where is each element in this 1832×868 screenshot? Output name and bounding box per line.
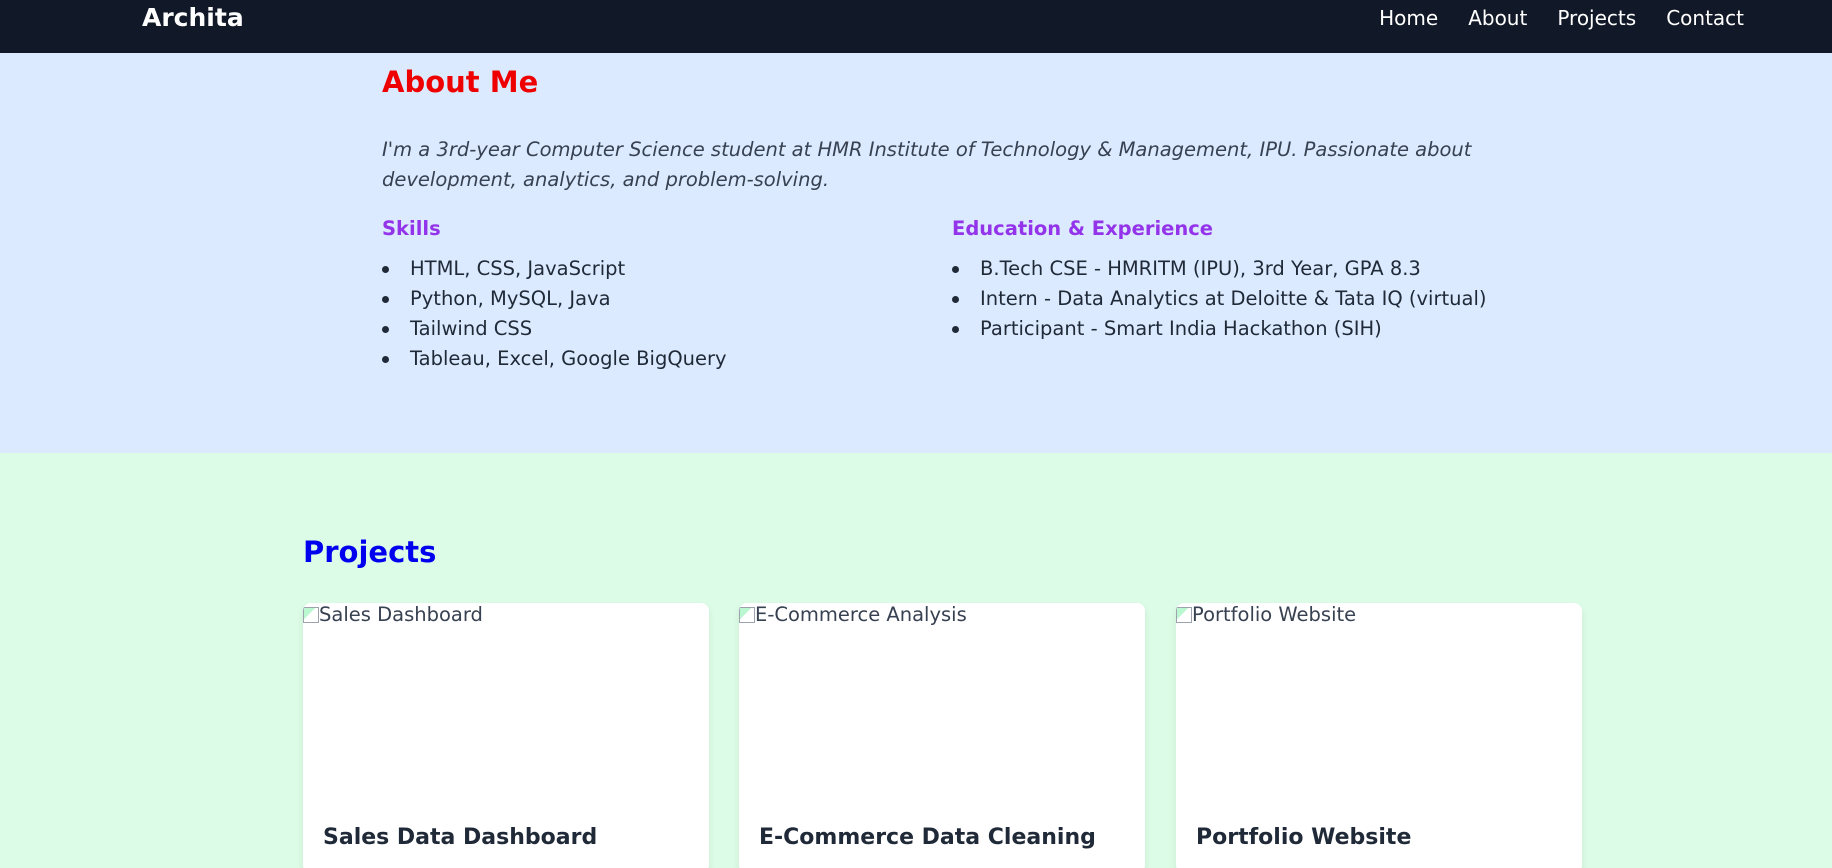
nav-link-home[interactable]: Home [1379, 0, 1438, 36]
skill-item: Tableau, Excel, Google BigQuery [382, 344, 727, 374]
education-label: B.Tech CSE - HMRITM (IPU), 3rd Year, GPA… [980, 257, 1421, 280]
education-list: B.Tech CSE - HMRITM (IPU), 3rd Year, GPA… [952, 254, 1486, 344]
education-item: Intern - Data Analytics at Deloitte & Ta… [952, 284, 1486, 314]
nav-links: Home About Projects Contact [1379, 0, 1744, 36]
bullet-icon [952, 326, 959, 333]
bullet-icon [952, 296, 959, 303]
education-title: Education & Experience [952, 217, 1214, 240]
project-image-alt: Portfolio Website [1192, 603, 1357, 626]
broken-image-icon [1176, 607, 1192, 623]
bullet-icon [952, 266, 959, 273]
project-title: Portfolio Website [1196, 825, 1412, 850]
skill-item: Python, MySQL, Java [382, 284, 727, 314]
skills-title: Skills [382, 217, 441, 240]
education-label: Participant - Smart India Hackathon (SIH… [980, 317, 1382, 340]
navbar: Archita Home About Projects Contact [0, 0, 1832, 53]
project-image-alt: Sales Dashboard [319, 603, 483, 626]
about-section: About Me I'm a 3rd-year Computer Science… [0, 53, 1832, 453]
nav-link-about[interactable]: About [1468, 0, 1527, 36]
project-card[interactable]: Sales Dashboard Sales Data Dashboard [303, 603, 709, 868]
projects-section: Projects Sales Dashboard Sales Data Dash… [0, 453, 1832, 868]
education-column: Education & Experience B.Tech CSE - HMRI… [952, 217, 1486, 344]
project-card[interactable]: Portfolio Website Portfolio Website [1176, 603, 1582, 868]
skill-label: Tableau, Excel, Google BigQuery [410, 347, 727, 370]
brand-logo[interactable]: Archita [142, 0, 244, 36]
skill-item: Tailwind CSS [382, 314, 727, 344]
skill-label: HTML, CSS, JavaScript [410, 257, 626, 280]
education-item: B.Tech CSE - HMRITM (IPU), 3rd Year, GPA… [952, 254, 1486, 284]
bullet-icon [382, 326, 389, 333]
project-image: Portfolio Website [1176, 603, 1582, 803]
skill-label: Python, MySQL, Java [410, 287, 611, 310]
about-intro: I'm a 3rd-year Computer Science student … [382, 138, 1472, 191]
education-item: Participant - Smart India Hackathon (SIH… [952, 314, 1486, 344]
project-card[interactable]: E-Commerce Analysis E-Commerce Data Clea… [739, 603, 1145, 868]
bullet-icon [382, 296, 389, 303]
bullet-icon [382, 356, 389, 363]
project-image: E-Commerce Analysis [739, 603, 1145, 803]
broken-image-icon [739, 607, 755, 623]
broken-image-icon [303, 607, 319, 623]
project-image-alt: E-Commerce Analysis [755, 603, 967, 626]
project-title: Sales Data Dashboard [323, 825, 598, 850]
skills-column: Skills HTML, CSS, JavaScript Python, MyS… [382, 217, 727, 374]
project-title: E-Commerce Data Cleaning [759, 825, 1096, 850]
education-label: Intern - Data Analytics at Deloitte & Ta… [980, 287, 1487, 310]
projects-title: Projects [303, 535, 437, 569]
bullet-icon [382, 266, 389, 273]
project-image: Sales Dashboard [303, 603, 709, 803]
skill-label: Tailwind CSS [410, 317, 533, 340]
skill-item: HTML, CSS, JavaScript [382, 254, 727, 284]
nav-link-contact[interactable]: Contact [1666, 0, 1744, 36]
about-title: About Me [382, 65, 539, 99]
skills-list: HTML, CSS, JavaScript Python, MySQL, Jav… [382, 254, 727, 374]
nav-link-projects[interactable]: Projects [1557, 0, 1636, 36]
